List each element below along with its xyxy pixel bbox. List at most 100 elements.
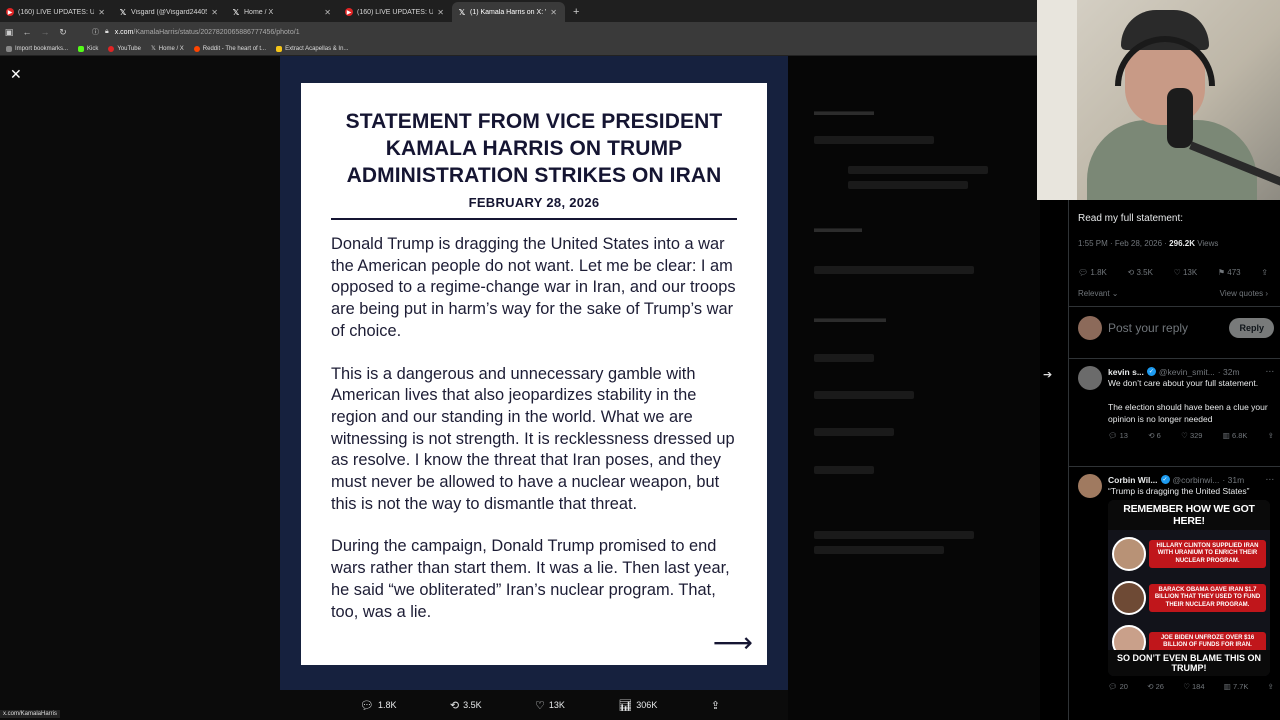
browser-tab[interactable]: 𝕏Visgard (@Visgard244058) / X✕: [113, 2, 226, 22]
reddit-icon: [193, 45, 200, 52]
post-detail-panel: Read my full statement: 1:55 PM · Feb 28…: [1068, 200, 1280, 720]
meme-image[interactable]: REMEMBER HOW WE GOT HERE! HILLARY CLINTO…: [1108, 500, 1270, 676]
like-action[interactable]: ♡ 13K: [1174, 268, 1198, 277]
views-action[interactable]: 📊︎ 306K: [618, 699, 657, 712]
sort-dropdown[interactable]: Relevant ⌄: [1078, 289, 1119, 298]
reload-icon[interactable]: ↻: [54, 27, 72, 38]
views-action[interactable]: ▥ 6.8K: [1223, 431, 1248, 440]
reply-icon: 💬︎: [360, 699, 374, 712]
browser-tab[interactable]: ▶(160) LIVE UPDATES: US attacks✕: [0, 2, 113, 22]
post-meta: 1:55 PM · Feb 28, 2026 · 296.2K Views: [1078, 239, 1219, 248]
dimmed-line: [814, 531, 974, 539]
bookmarks-bar: Import bookmarks... Kick YouTube 𝕏 Home /…: [0, 42, 1040, 56]
view-quotes-link[interactable]: View quotes ›: [1220, 289, 1268, 298]
browser-tab-active[interactable]: 𝕏(1) Kamala Harris on X: "Donal✕: [452, 2, 565, 22]
bookmark-item[interactable]: Reddit - The heart of t...: [193, 45, 266, 52]
like-action[interactable]: ♡ 13K: [535, 699, 565, 712]
portrait: [1112, 581, 1146, 615]
next-media-icon[interactable]: ➔: [1043, 368, 1052, 381]
reply-action[interactable]: 💬︎ 1.8K: [360, 699, 396, 712]
meme-row: HILLARY CLINTON SUPPLIED IRAN WITH URANI…: [1112, 534, 1266, 574]
heart-icon: ♡: [535, 699, 545, 712]
reply-input[interactable]: Post your reply: [1108, 321, 1223, 335]
statement-paragraph: During the campaign, Donald Trump promis…: [331, 537, 730, 621]
dimmed-line: [848, 166, 988, 174]
close-tab-icon[interactable]: ✕: [98, 8, 105, 17]
lock-icon: 🔒︎: [105, 28, 109, 35]
avatar: [1078, 474, 1102, 498]
more-icon[interactable]: ⋯: [1266, 366, 1275, 377]
bookmark-item[interactable]: Kick: [78, 45, 98, 52]
more-icon[interactable]: ⋯: [1266, 474, 1275, 485]
bookmark-item[interactable]: Import bookmarks...: [6, 45, 68, 52]
url-field[interactable]: ⓘ 🔒︎ x.com/KamalaHarris/status/202782006…: [92, 27, 300, 37]
close-tab-icon[interactable]: ✕: [324, 8, 331, 17]
status-url: x.com/KamalaHarris: [0, 710, 61, 718]
x-icon: 𝕏: [119, 7, 127, 17]
bookmark-action[interactable]: ⚑ 473: [1218, 268, 1241, 277]
media-action-bar: 💬︎ 1.8K ⟲ 3.5K ♡ 13K 📊︎ 306K ⇪: [360, 694, 720, 716]
verified-icon: ✓: [1160, 475, 1170, 484]
repost-action[interactable]: ⟲ 3.5K: [1128, 268, 1153, 277]
bookmark-item[interactable]: Extract Acapellas & In...: [276, 45, 348, 52]
youtube-icon: ▶: [345, 8, 353, 16]
bookmark-item[interactable]: YouTube: [108, 45, 141, 52]
browser-tab[interactable]: 𝕏 Home / X ✕: [226, 2, 339, 22]
sidebar-toggle-icon[interactable]: ▣: [0, 27, 18, 38]
statement-image[interactable]: STATEMENT FROM VICE PRESIDENT KAMALA HAR…: [301, 83, 767, 665]
verified-icon: ✓: [1146, 367, 1156, 376]
site-info-icon[interactable]: ⓘ: [92, 27, 99, 37]
close-tab-icon[interactable]: ✕: [437, 8, 444, 17]
repost-action[interactable]: ⟲ 6: [1148, 431, 1161, 440]
reply-action[interactable]: 💬︎ 13: [1108, 431, 1128, 440]
close-tab-icon[interactable]: ✕: [550, 8, 557, 17]
tweet-actions: 💬︎ 13 ⟲ 6 ♡ 329 ▥ 6.8K ⇪: [1108, 431, 1274, 440]
youtube-icon: [108, 45, 115, 52]
reply-action[interactable]: 💬︎ 20: [1108, 682, 1128, 691]
reply-tweet[interactable]: Corbin Wil... ✓ @corbinwi... · 31m ⋯ “Tr…: [1078, 474, 1274, 691]
sort-row: Relevant ⌄ View quotes ›: [1078, 289, 1268, 298]
dimmed-heading: ▬▬▬▬: [814, 221, 862, 235]
back-icon[interactable]: ←: [18, 27, 36, 37]
dimmed-line: [814, 466, 874, 474]
share-icon[interactable]: ⇪: [1268, 682, 1274, 691]
post-text: Read my full statement:: [1078, 213, 1184, 224]
statement-title: STATEMENT FROM VICE PRESIDENT KAMALA HAR…: [345, 110, 723, 187]
views-action[interactable]: ▥ 7.7K: [1224, 682, 1249, 691]
address-bar: ▣ ← → ↻ ⓘ 🔒︎ x.com/KamalaHarris/status/2…: [0, 22, 1040, 42]
like-action[interactable]: ♡ 184: [1183, 682, 1204, 691]
bookmark-item[interactable]: 𝕏 Home / X: [150, 45, 184, 53]
youtube-icon: ▶: [6, 8, 14, 16]
forward-icon[interactable]: →: [36, 27, 54, 37]
close-icon[interactable]: ✕: [10, 66, 22, 83]
divider: [1069, 306, 1280, 307]
close-tab-icon[interactable]: ✕: [211, 8, 218, 17]
webcam-overlay: [1037, 0, 1280, 200]
x-icon: 𝕏: [150, 46, 156, 52]
kick-icon: [78, 45, 85, 52]
divider: [1069, 358, 1280, 359]
dimmed-line: [814, 428, 894, 436]
reply-tweet[interactable]: kevin s... ✓ @kevin_smit... · 32m ⋯ We d…: [1078, 366, 1274, 440]
dimmed-heading: ▬▬▬▬▬▬: [814, 311, 886, 325]
repost-action[interactable]: ⟲ 26: [1147, 682, 1164, 691]
repost-icon: ⟲: [449, 699, 460, 712]
portrait: [1112, 537, 1146, 571]
new-tab-button[interactable]: +: [565, 2, 587, 22]
reply-composer: Post your reply Reply: [1078, 316, 1274, 340]
x-icon: 𝕏: [458, 7, 466, 17]
bar-chart-icon: 📊︎: [618, 699, 633, 712]
share-icon[interactable]: ⇪: [1268, 431, 1274, 440]
dimmed-heading: ▬▬▬▬▬: [814, 104, 874, 118]
meme-caption: BARACK OBAMA GAVE IRAN $1.7 BILLION THAT…: [1149, 583, 1266, 613]
browser-tab[interactable]: ▶(160) LIVE UPDATES: US attacks✕: [339, 2, 452, 22]
share-icon[interactable]: ⇪: [1261, 268, 1268, 277]
microphone: [1167, 88, 1193, 148]
meme-headline: REMEMBER HOW WE GOT HERE!: [1108, 500, 1270, 530]
like-action[interactable]: ♡ 329: [1181, 431, 1202, 440]
share-action[interactable]: ⇪: [711, 699, 720, 712]
reply-action[interactable]: 💬︎ 1.8K: [1078, 268, 1107, 277]
reply-button[interactable]: Reply: [1229, 318, 1274, 338]
avatar: [1078, 316, 1102, 340]
repost-action[interactable]: ⟲ 3.5K: [450, 699, 482, 712]
